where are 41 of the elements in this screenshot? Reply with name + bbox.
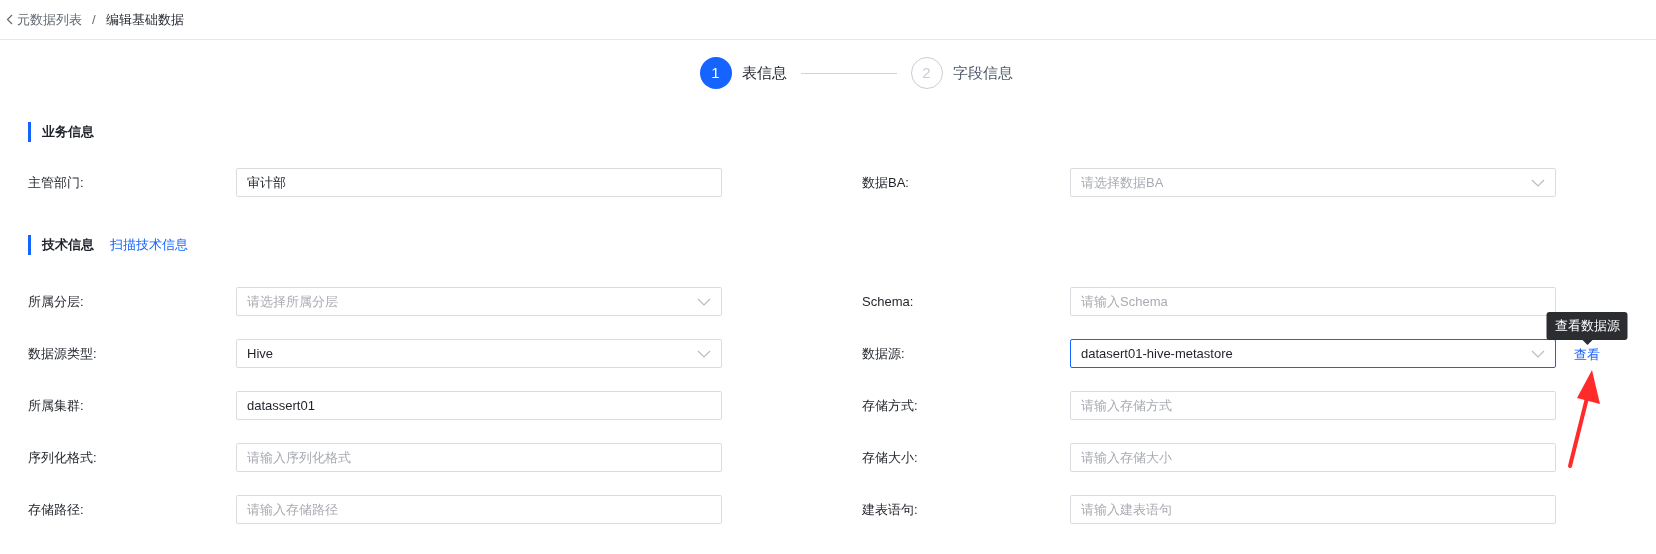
- select-field[interactable]: 请选择所属分层: [236, 287, 722, 316]
- step-label: 字段信息: [952, 62, 1013, 83]
- select-field[interactable]: datasert01-hive-metastore: [1070, 339, 1556, 368]
- scan-link[interactable]: 扫描技术信息: [110, 235, 188, 255]
- step-number: 1: [699, 57, 732, 89]
- field-label: 数据BA:: [862, 173, 910, 192]
- select-field[interactable]: Hive: [236, 339, 722, 368]
- input-field[interactable]: 请输入序列化格式: [236, 443, 722, 472]
- section-title: 技术信息: [28, 235, 94, 255]
- input-field[interactable]: 请输入建表语句: [1070, 495, 1556, 524]
- input-field[interactable]: 审计部: [236, 168, 722, 197]
- chevron-left-icon: [6, 14, 13, 25]
- step-label: 表信息: [741, 62, 787, 83]
- chevron-down-icon: [697, 297, 711, 306]
- field-label: 建表语句:: [862, 500, 919, 519]
- input-field[interactable]: 请输入存储方式: [1070, 391, 1556, 420]
- field-label: 所属分层:: [28, 292, 85, 311]
- field-label: 主管部门:: [28, 173, 85, 192]
- field-label: 存储方式:: [862, 396, 919, 415]
- field-label: 存储大小:: [862, 448, 919, 467]
- input-field[interactable]: datassert01: [236, 391, 722, 420]
- field-label: 存储路径:: [28, 500, 85, 519]
- breadcrumb-current: 编辑基础数据: [105, 10, 184, 29]
- chevron-down-icon: [1531, 178, 1545, 187]
- input-field[interactable]: 请输入存储路径: [236, 495, 722, 524]
- chevron-down-icon: [697, 349, 711, 358]
- field-label: Schema:: [862, 292, 915, 311]
- tooltip-pointer: [1582, 339, 1592, 345]
- field-label: 数据源类型:: [28, 344, 98, 363]
- back-link[interactable]: 元数据列表: [6, 9, 82, 30]
- input-field[interactable]: 请输入存储大小: [1070, 443, 1556, 472]
- select-field[interactable]: 请选择数据BA: [1070, 168, 1556, 197]
- input-field[interactable]: 请输入Schema: [1070, 287, 1556, 316]
- field-label: 序列化格式:: [28, 448, 98, 467]
- field-label: 数据源:: [862, 344, 906, 363]
- view-link[interactable]: 查看: [1574, 346, 1600, 362]
- breadcrumb-separator: /: [91, 10, 97, 29]
- field-label: 所属集群:: [28, 396, 85, 415]
- section-title: 业务信息: [28, 122, 94, 142]
- tooltip: 查看数据源: [1546, 312, 1628, 340]
- chevron-down-icon: [1531, 349, 1545, 358]
